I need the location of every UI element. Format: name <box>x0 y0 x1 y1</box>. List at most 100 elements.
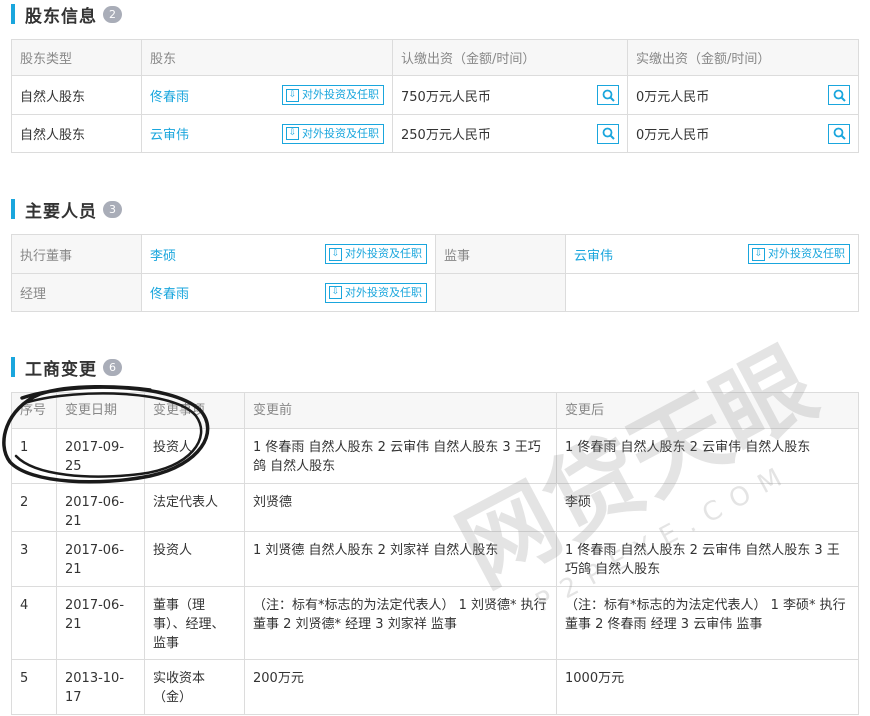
button-label: 对外投资及任职 <box>302 126 379 140</box>
change-item: 投资人 <box>144 531 245 587</box>
column-header: 认缴出资（金额/时间） <box>392 39 628 76</box>
change-item: 董事（理事）、经理、监事 <box>144 586 245 660</box>
count-badge: 3 <box>103 200 122 218</box>
detail-search-button[interactable] <box>828 123 850 144</box>
column-header: 股东类型 <box>11 39 142 76</box>
empty-cell <box>435 273 566 312</box>
section-title: 工商变更 <box>25 359 97 380</box>
column-header: 实缴出资（金额/时间） <box>627 39 859 76</box>
person-name-link[interactable]: 佟春雨 <box>150 287 189 302</box>
personnel-table: 执行董事 李硕 ⇩ 对外投资及任职 监事 云审伟 ⇩ 对外投资及任职 经理 佟春… <box>11 234 859 312</box>
table-row: 自然人股东 云审伟 ⇩ 对外投资及任职 250万元人民币 0万元人民币 <box>11 114 859 153</box>
detail-search-button[interactable] <box>597 123 619 144</box>
table-row: 经理 佟春雨 ⇩ 对外投资及任职 <box>11 273 859 312</box>
download-icon: ⇩ <box>329 286 342 299</box>
button-label: 对外投资及任职 <box>768 247 845 260</box>
section-accent-bar <box>11 4 15 24</box>
search-icon <box>602 127 615 140</box>
person-name-link[interactable]: 李硕 <box>150 249 176 264</box>
download-icon: ⇩ <box>752 247 765 261</box>
paid-capital-cell: 0万元人民币 <box>627 114 859 153</box>
paid-capital-cell: 0万元人民币 <box>627 75 859 115</box>
change-date: 2013-10-17 <box>56 659 145 715</box>
shareholder-cell: 云审伟 ⇩ 对外投资及任职 <box>141 114 393 153</box>
column-header: 股东 <box>141 39 393 76</box>
shareholder-type: 自然人股东 <box>11 114 142 153</box>
shareholder-name-link[interactable]: 云审伟 <box>150 128 189 143</box>
section-title: 股东信息 <box>25 6 97 27</box>
empty-cell <box>565 273 859 312</box>
search-icon <box>833 89 846 102</box>
column-header: 变更日期 <box>56 392 145 429</box>
table-header-row: 序号 变更日期 变更事项 变更前 变更后 <box>11 392 859 429</box>
investment-positions-button[interactable]: ⇩ 对外投资及任职 <box>748 244 850 264</box>
download-icon: ⇩ <box>286 88 299 102</box>
section-accent-bar <box>11 199 15 219</box>
changes-section-header: 工商变更 6 <box>11 356 122 380</box>
table-row: 1 2017-09-25 投资人 1 佟春雨 自然人股东 2 云审伟 自然人股东… <box>11 428 859 484</box>
table-row: 3 2017-06-21 投资人 1 刘贤德 自然人股东 2 刘家祥 自然人股东… <box>11 531 859 587</box>
person-name-link[interactable]: 云审伟 <box>574 249 613 264</box>
investment-positions-button[interactable]: ⇩ 对外投资及任职 <box>325 244 427 264</box>
investment-positions-button[interactable]: ⇩ 对外投资及任职 <box>325 282 427 303</box>
column-header: 变更后 <box>556 392 859 429</box>
section-accent-bar <box>11 357 15 377</box>
investment-positions-button[interactable]: ⇩ 对外投资及任职 <box>282 85 384 105</box>
shareholder-cell: 佟春雨 ⇩ 对外投资及任职 <box>141 75 393 115</box>
row-number: 1 <box>11 428 57 484</box>
shareholders-table: 股东类型 股东 认缴出资（金额/时间） 实缴出资（金额/时间） 自然人股东 佟春… <box>11 39 859 153</box>
shareholders-section-header: 股东信息 2 <box>11 3 122 27</box>
changes-table: 序号 变更日期 变更事项 变更前 变更后 1 2017-09-25 投资人 1 … <box>11 392 859 715</box>
change-item: 实收资本（金） <box>144 659 245 715</box>
value-before: （注：标有*标志的为法定代表人） 1 刘贤德* 执行董事 2 刘贤德* 经理 3… <box>244 586 557 660</box>
shareholder-type: 自然人股东 <box>11 75 142 115</box>
table-row: 5 2013-10-17 实收资本（金） 200万元 1000万元 <box>11 659 859 715</box>
value-before: 200万元 <box>244 659 557 715</box>
value-before: 1 刘贤德 自然人股东 2 刘家祥 自然人股东 <box>244 531 557 587</box>
role-label: 经理 <box>11 273 142 312</box>
paid-amount: 0万元人民币 <box>636 128 710 143</box>
value-after: 李硕 <box>556 483 859 532</box>
row-number: 2 <box>11 483 57 532</box>
person-cell: 云审伟 ⇩ 对外投资及任职 <box>565 234 859 274</box>
change-item: 投资人 <box>144 428 245 484</box>
row-number: 4 <box>11 586 57 660</box>
value-before: 刘贤德 <box>244 483 557 532</box>
detail-search-button[interactable] <box>597 85 619 105</box>
value-after: 1 佟春雨 自然人股东 2 云审伟 自然人股东 3 王巧鸽 自然人股东 <box>556 531 859 587</box>
table-row: 2 2017-06-21 法定代表人 刘贤德 李硕 <box>11 483 859 532</box>
person-cell: 李硕 ⇩ 对外投资及任职 <box>141 234 436 274</box>
value-after: （注：标有*标志的为法定代表人） 1 李硕* 执行董事 2 佟春雨 经理 3 云… <box>556 586 859 660</box>
button-label: 对外投资及任职 <box>345 285 422 299</box>
shareholder-name-link[interactable]: 佟春雨 <box>150 90 189 105</box>
role-label: 监事 <box>435 234 566 274</box>
value-before: 1 佟春雨 自然人股东 2 云审伟 自然人股东 3 王巧鸽 自然人股东 <box>244 428 557 484</box>
change-date: 2017-06-21 <box>56 531 145 587</box>
change-date: 2017-06-21 <box>56 586 145 660</box>
value-after: 1000万元 <box>556 659 859 715</box>
search-icon <box>602 89 615 102</box>
column-header: 序号 <box>11 392 57 429</box>
section-title: 主要人员 <box>25 201 97 222</box>
button-label: 对外投资及任职 <box>345 247 422 260</box>
paid-amount: 0万元人民币 <box>636 89 710 105</box>
change-item: 法定代表人 <box>144 483 245 532</box>
download-icon: ⇩ <box>286 127 299 140</box>
change-date: 2017-06-21 <box>56 483 145 532</box>
table-row: 自然人股东 佟春雨 ⇩ 对外投资及任职 750万元人民币 0万元人民币 <box>11 75 859 115</box>
button-label: 对外投资及任职 <box>302 88 379 101</box>
column-header: 变更前 <box>244 392 557 429</box>
row-number: 5 <box>11 659 57 715</box>
investment-positions-button[interactable]: ⇩ 对外投资及任职 <box>282 123 384 144</box>
role-label: 执行董事 <box>11 234 142 274</box>
table-row: 执行董事 李硕 ⇩ 对外投资及任职 监事 云审伟 ⇩ 对外投资及任职 <box>11 234 859 274</box>
count-badge: 6 <box>103 358 122 376</box>
detail-search-button[interactable] <box>828 85 850 105</box>
person-cell: 佟春雨 ⇩ 对外投资及任职 <box>141 273 436 312</box>
column-header: 变更事项 <box>144 392 245 429</box>
download-icon: ⇩ <box>329 247 342 261</box>
count-badge: 2 <box>103 5 122 23</box>
search-icon <box>833 127 846 140</box>
subscribed-capital-cell: 750万元人民币 <box>392 75 628 115</box>
subscribed-capital-cell: 250万元人民币 <box>392 114 628 153</box>
